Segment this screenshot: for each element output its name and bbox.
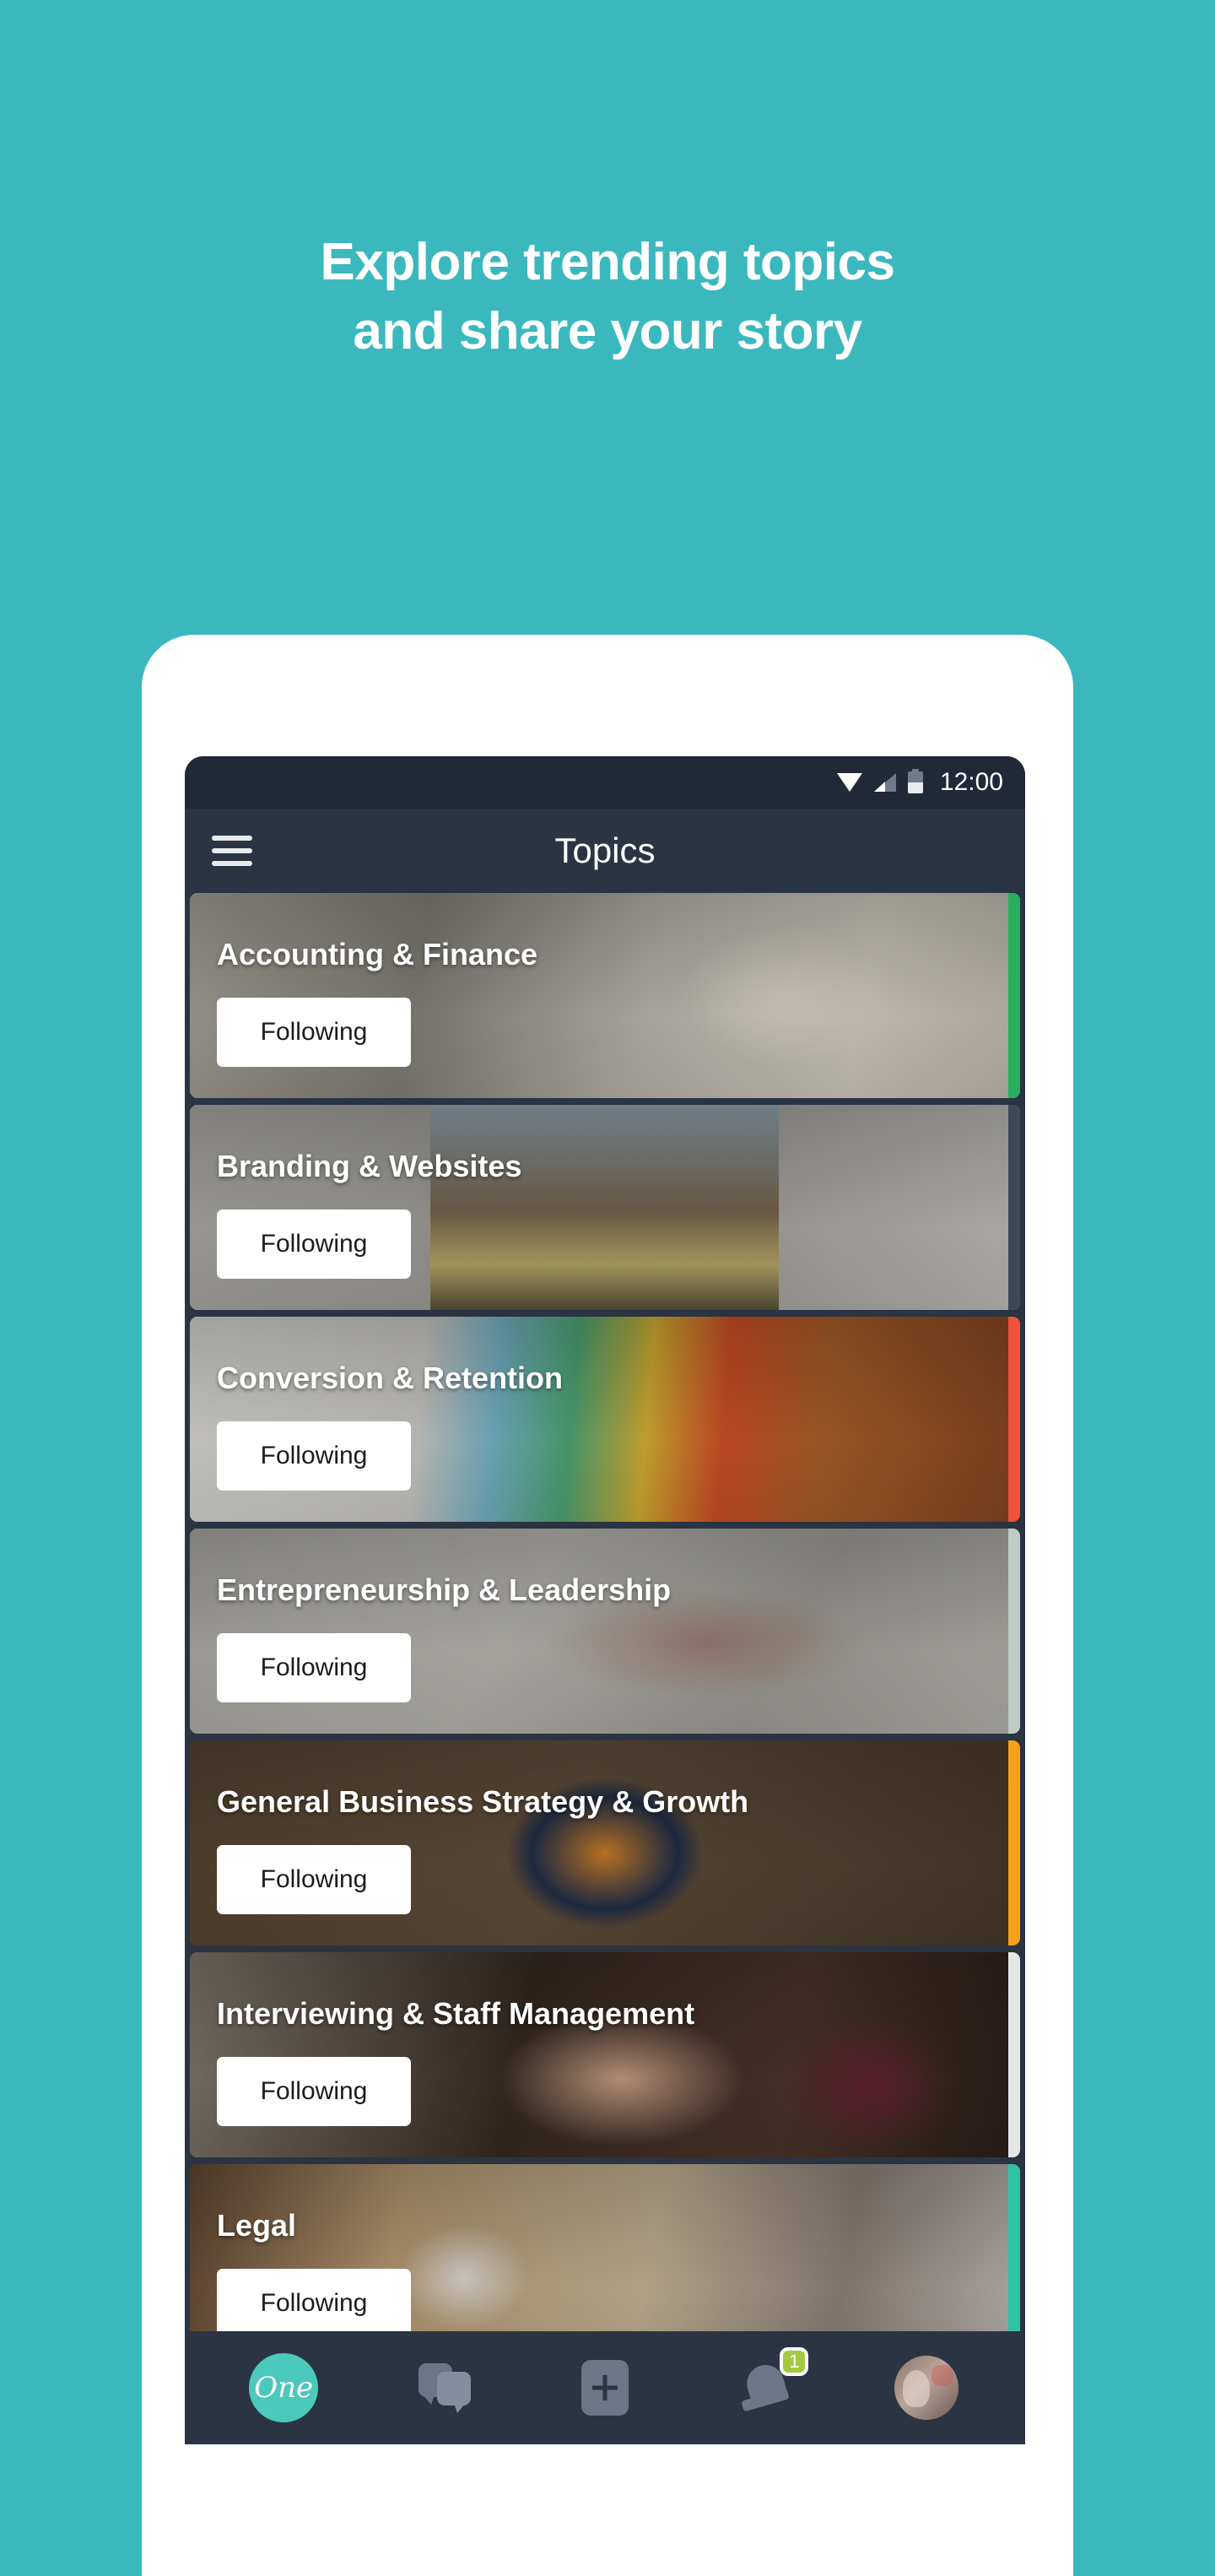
topic-card-entrepreneurship-leadership[interactable]: Entrepreneurship & Leadership Following: [190, 1529, 1020, 1734]
topic-title: Branding & Websites: [217, 1149, 522, 1183]
card-accent-stripe: [1008, 1952, 1020, 2157]
menu-bar-3: [212, 861, 252, 866]
topic-card-conversion-retention[interactable]: Conversion & Retention Following: [190, 1317, 1020, 1522]
follow-button[interactable]: Following: [217, 2057, 411, 2126]
card-scrim: [190, 1529, 1020, 1734]
topic-title: Conversion & Retention: [217, 1361, 564, 1395]
follow-button[interactable]: Following: [217, 998, 411, 1067]
phone-screen: 12:00 Topics Accounting & Finance Follow…: [185, 756, 1025, 2444]
app-bar: Topics: [185, 809, 1025, 893]
chat-bubbles-icon: [418, 2363, 471, 2413]
notification-badge: 1: [780, 2347, 809, 2376]
status-bar-clock: 12:00: [939, 768, 1003, 796]
status-bar: 12:00: [185, 756, 1025, 809]
avatar-layer-highlight: [903, 2369, 931, 2407]
topic-card-accounting-finance[interactable]: Accounting & Finance Following: [190, 893, 1020, 1098]
one-logo-icon: One: [249, 2353, 319, 2422]
topic-title: Entrepreneurship & Leadership: [217, 1572, 672, 1607]
follow-button[interactable]: Following: [217, 1421, 411, 1491]
follow-button[interactable]: Following: [217, 1845, 411, 1914]
topic-title: General Business Strategy & Growth: [217, 1784, 749, 1819]
signal-icon: [873, 773, 896, 792]
card-scrim: [190, 1740, 1020, 1946]
topic-card-general-business-strategy[interactable]: General Business Strategy & Growth Follo…: [190, 1740, 1020, 1946]
topic-list[interactable]: Accounting & Finance Following Branding …: [185, 893, 1025, 2369]
avatar-layer-accent: [931, 2364, 953, 2387]
chat-bubble-front: [436, 2372, 471, 2413]
wifi-icon: [836, 773, 862, 792]
follow-button[interactable]: Following: [217, 1210, 411, 1279]
topic-title: Accounting & Finance: [217, 937, 538, 971]
card-accent-stripe: [1008, 1105, 1020, 1310]
menu-bar-2: [212, 848, 252, 853]
follow-button[interactable]: Following: [217, 1633, 411, 1702]
card-accent-stripe: [1008, 893, 1020, 1098]
nav-item-notifications[interactable]: 1: [719, 2346, 812, 2430]
status-bar-icons: 12:00: [836, 768, 1003, 797]
battery-icon: [907, 769, 923, 793]
topic-card-branding-websites[interactable]: Branding & Websites Following: [190, 1105, 1020, 1310]
card-accent-stripe: [1008, 1317, 1020, 1522]
menu-bar-1: [212, 836, 252, 841]
nav-item-create-post[interactable]: [559, 2346, 651, 2430]
promo-headline: Explore trending topics and share your s…: [320, 233, 895, 360]
topic-title: Interviewing & Staff Management: [217, 1996, 695, 2031]
bottom-navigation-bar: One 1: [185, 2331, 1025, 2444]
card-scrim: [190, 1105, 1020, 1310]
nav-item-profile[interactable]: [880, 2346, 973, 2430]
plus-icon: [580, 2360, 629, 2416]
card-scrim: [190, 893, 1020, 1098]
card-accent-stripe: [1008, 1529, 1020, 1734]
hamburger-menu-icon[interactable]: [212, 836, 252, 866]
card-scrim: [190, 1952, 1020, 2157]
topic-title: Legal: [217, 2208, 297, 2243]
page-title: Topics: [554, 831, 656, 870]
follow-button[interactable]: Following: [217, 2269, 411, 2338]
nav-item-home[interactable]: One: [237, 2346, 330, 2430]
topic-card-interviewing-staff-management[interactable]: Interviewing & Staff Management Followin…: [190, 1952, 1020, 2157]
card-accent-stripe: [1008, 1740, 1020, 1946]
avatar: [894, 2356, 958, 2420]
nav-item-messages[interactable]: [398, 2346, 491, 2430]
card-scrim: [190, 1317, 1020, 1522]
